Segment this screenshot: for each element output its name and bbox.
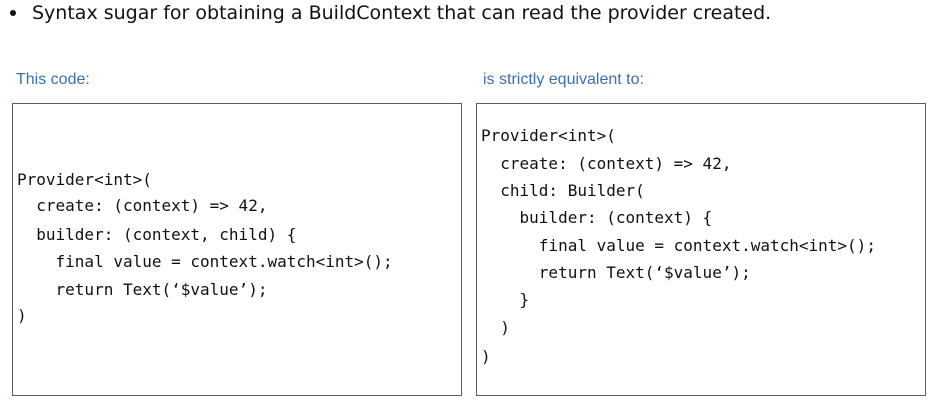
- code-line: return Text(‘$value’);: [481, 263, 751, 282]
- right-column-label: is strictly equivalent to:: [483, 71, 644, 88]
- code-line: ): [17, 306, 27, 325]
- code-line: final value = context.watch<int>();: [17, 252, 393, 271]
- code-line: ): [481, 347, 491, 366]
- code-line: }: [481, 290, 530, 309]
- code-line: ): [481, 318, 510, 337]
- code-line: return Text(‘$value’);: [17, 280, 268, 299]
- code-line: Provider<int>(: [17, 170, 152, 189]
- code-line: child: Builder(: [481, 181, 645, 200]
- bullet-text: Syntax sugar for obtaining a BuildContex…: [32, 2, 772, 24]
- code-line: builder: (context, child) {: [17, 225, 297, 244]
- code-line: create: (context) => 42,: [481, 154, 732, 173]
- code-line: create: (context) => 42,: [17, 196, 268, 215]
- code-line: final value = context.watch<int>();: [481, 236, 876, 255]
- left-column-label: This code:: [16, 71, 90, 88]
- left-code-box: Provider<int>( create: (context) => 42, …: [12, 103, 462, 396]
- bullet-dot-icon: [10, 10, 16, 16]
- code-line: Provider<int>(: [481, 126, 616, 145]
- right-code-box: Provider<int>( create: (context) => 42, …: [476, 103, 926, 396]
- bullet-point: Syntax sugar for obtaining a BuildContex…: [10, 2, 771, 24]
- code-line: builder: (context) {: [481, 208, 713, 227]
